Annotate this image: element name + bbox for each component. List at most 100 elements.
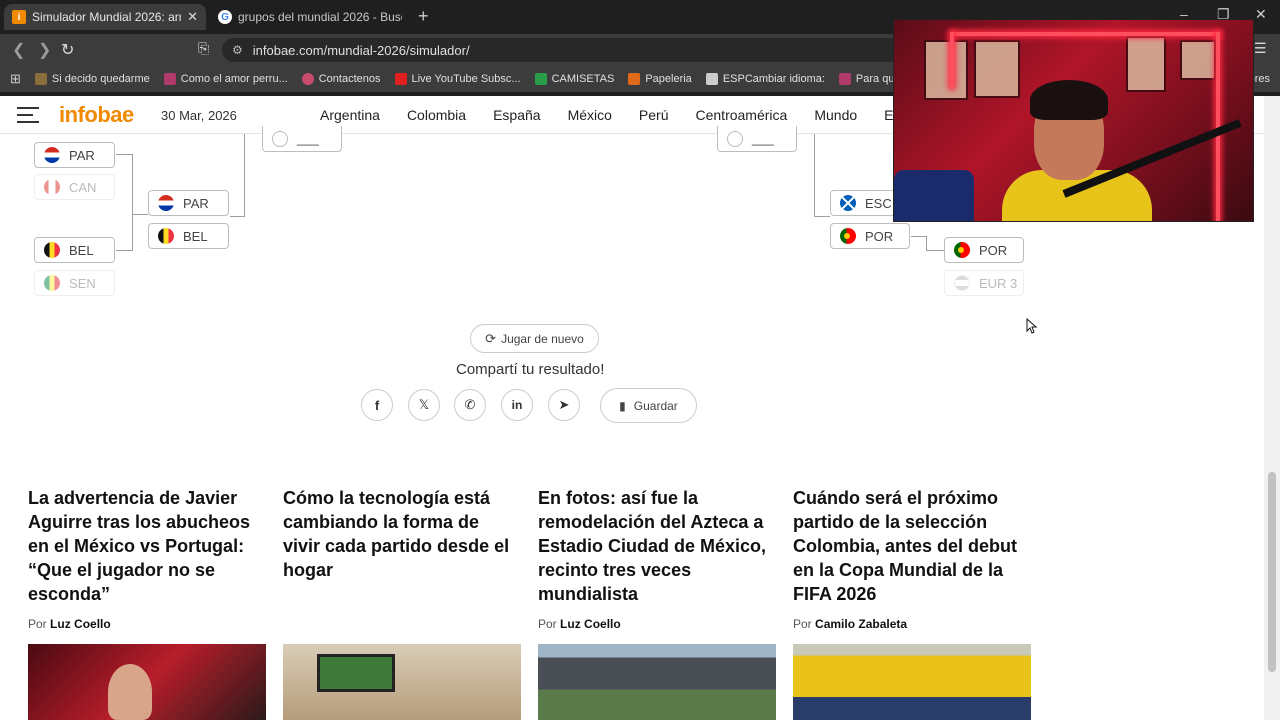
apps-icon[interactable]: ⊞ bbox=[10, 71, 21, 87]
article-card[interactable]: La advertencia de Javier Aguirre tras lo… bbox=[28, 486, 266, 606]
nav-link[interactable]: Perú bbox=[639, 107, 669, 123]
led-strip bbox=[950, 32, 954, 88]
article-title[interactable]: Cuándo será el próximo partido de la sel… bbox=[793, 486, 1031, 606]
infobae-icon: i bbox=[12, 10, 26, 24]
paraguay-flag bbox=[158, 195, 174, 211]
wall-poster bbox=[974, 40, 1020, 98]
belgium-flag bbox=[158, 228, 174, 244]
author-link[interactable]: Luz Coello bbox=[560, 617, 621, 631]
x-icon[interactable]: 𝕏 bbox=[408, 389, 440, 421]
article-title[interactable]: Cómo la tecnología está cambiando la for… bbox=[283, 486, 521, 582]
tab-google[interactable]: G grupos del mundial 2026 - Buscar co bbox=[210, 4, 410, 30]
article-byline: Por Luz Coello bbox=[28, 617, 111, 631]
nav-link[interactable]: Mundo bbox=[814, 107, 857, 123]
bookmark-item[interactable]: Si decido quedarme bbox=[34, 73, 150, 85]
bracket-team[interactable]: POR bbox=[830, 223, 910, 249]
bookmark-favicon bbox=[534, 73, 547, 85]
bracket-team[interactable]: BEL bbox=[34, 237, 115, 263]
blank-flag bbox=[272, 130, 288, 147]
bracket-team[interactable]: EUR 3 bbox=[944, 270, 1024, 296]
bracket-team[interactable]: SEN bbox=[34, 270, 115, 296]
bookmark-favicon bbox=[838, 73, 851, 85]
bookmark-item[interactable]: ESPCambiar idioma: bbox=[705, 73, 825, 85]
wall-poster bbox=[1126, 36, 1166, 92]
bracket-connector bbox=[116, 250, 133, 251]
article-image[interactable] bbox=[28, 644, 266, 720]
scotland-flag bbox=[840, 195, 856, 211]
senegal-flag bbox=[44, 275, 60, 291]
tab-title: Simulador Mundial 2026: armá tu bbox=[32, 10, 181, 24]
bracket-connector bbox=[814, 134, 815, 217]
page-scrollbar[interactable] bbox=[1264, 96, 1280, 720]
bracket-slot-empty[interactable]: ___ bbox=[262, 126, 342, 152]
tab-simulador[interactable]: i Simulador Mundial 2026: armá tu ✕ bbox=[4, 4, 206, 30]
article-image[interactable] bbox=[283, 644, 521, 720]
author-link[interactable]: Camilo Zabaleta bbox=[815, 617, 907, 631]
bookmark-favicon bbox=[705, 73, 718, 85]
bookmark-icon[interactable]: ⎘ bbox=[198, 40, 209, 57]
author-link[interactable]: Luz Coello bbox=[50, 617, 111, 631]
article-image[interactable] bbox=[793, 644, 1031, 720]
bracket-team[interactable]: PAR bbox=[34, 142, 115, 168]
paraguay-flag bbox=[44, 147, 60, 163]
telegram-icon[interactable]: ➤ bbox=[548, 389, 580, 421]
article-card[interactable]: Cómo la tecnología está cambiando la for… bbox=[283, 486, 521, 582]
bracket-connector bbox=[244, 134, 245, 217]
bracket-team[interactable]: BEL bbox=[148, 223, 229, 249]
led-strip bbox=[952, 32, 1220, 36]
url-text: infobae.com/mundial-2026/simulador/ bbox=[252, 42, 470, 58]
bracket-connector bbox=[116, 154, 133, 155]
bookmark-favicon bbox=[628, 73, 641, 85]
article-card[interactable]: En fotos: así fue la remodelación del Az… bbox=[538, 486, 776, 606]
bracket-connector bbox=[926, 250, 944, 251]
article-title[interactable]: En fotos: así fue la remodelación del Az… bbox=[538, 486, 776, 606]
bracket-connector bbox=[814, 216, 830, 217]
replay-button[interactable]: ⟳ Jugar de nuevo bbox=[470, 324, 599, 353]
share-title: Compartí tu resultado! bbox=[456, 361, 605, 378]
article-title[interactable]: La advertencia de Javier Aguirre tras lo… bbox=[28, 486, 266, 606]
bracket-slot-empty[interactable]: ___ bbox=[717, 126, 797, 152]
bookmark-favicon bbox=[34, 73, 47, 85]
article-card[interactable]: Cuándo será el próximo partido de la sel… bbox=[793, 486, 1031, 606]
bracket-team[interactable]: CAN bbox=[34, 174, 115, 200]
bookmark-item[interactable]: Papeleria bbox=[628, 73, 692, 85]
whatsapp-icon[interactable]: ✆ bbox=[454, 389, 486, 421]
site-info-icon[interactable]: ⚙ bbox=[232, 43, 243, 57]
article-image[interactable] bbox=[538, 644, 776, 720]
hamburger-menu-icon[interactable] bbox=[17, 107, 39, 123]
back-icon[interactable]: ❮ bbox=[12, 40, 25, 60]
facebook-icon[interactable]: f bbox=[361, 389, 393, 421]
nav-link[interactable]: Colombia bbox=[407, 107, 466, 123]
scrollbar-thumb[interactable] bbox=[1268, 472, 1276, 672]
bookmark-item[interactable]: Live YouTube Subsc... bbox=[394, 73, 521, 85]
infobae-logo[interactable]: infobae bbox=[59, 102, 134, 128]
save-button[interactable]: ▮ Guardar bbox=[600, 388, 697, 423]
close-icon[interactable]: ✕ bbox=[187, 9, 198, 25]
linkedin-icon[interactable]: in bbox=[501, 389, 533, 421]
forward-icon[interactable]: ❯ bbox=[38, 40, 51, 60]
reload-icon[interactable]: ↻ bbox=[61, 40, 74, 60]
nav-link[interactable]: Argentina bbox=[320, 107, 380, 123]
refresh-icon: ⟳ bbox=[485, 330, 497, 346]
bracket-team[interactable]: POR bbox=[944, 237, 1024, 263]
address-bar[interactable]: ⚙ infobae.com/mundial-2026/simulador/ bbox=[222, 38, 902, 62]
nav-link[interactable]: España bbox=[493, 107, 540, 123]
section-nav: Argentina Colombia España México Perú Ce… bbox=[320, 107, 939, 123]
wall-poster bbox=[924, 40, 968, 100]
streamer-hair bbox=[1030, 80, 1108, 120]
bookmark-item[interactable]: Como el amor perru... bbox=[163, 73, 288, 85]
europe-flag bbox=[954, 275, 970, 291]
tab-title: grupos del mundial 2026 - Buscar co bbox=[238, 10, 402, 24]
menu-dots-icon[interactable]: ☰ bbox=[1254, 40, 1267, 57]
bookmark-icon: ▮ bbox=[619, 398, 626, 413]
bracket-team[interactable]: PAR bbox=[148, 190, 229, 216]
new-tab-button[interactable]: + bbox=[418, 6, 429, 27]
nav-link[interactable]: México bbox=[568, 107, 612, 123]
bookmark-item[interactable]: CAMISETAS bbox=[534, 73, 614, 85]
youtube-icon bbox=[394, 73, 407, 85]
chair bbox=[894, 170, 974, 221]
belgium-flag bbox=[44, 242, 60, 258]
bookmark-item[interactable]: Contactenos bbox=[301, 73, 381, 85]
nav-link[interactable]: Centroamérica bbox=[696, 107, 788, 123]
close-window-icon[interactable]: ✕ bbox=[1255, 6, 1267, 23]
